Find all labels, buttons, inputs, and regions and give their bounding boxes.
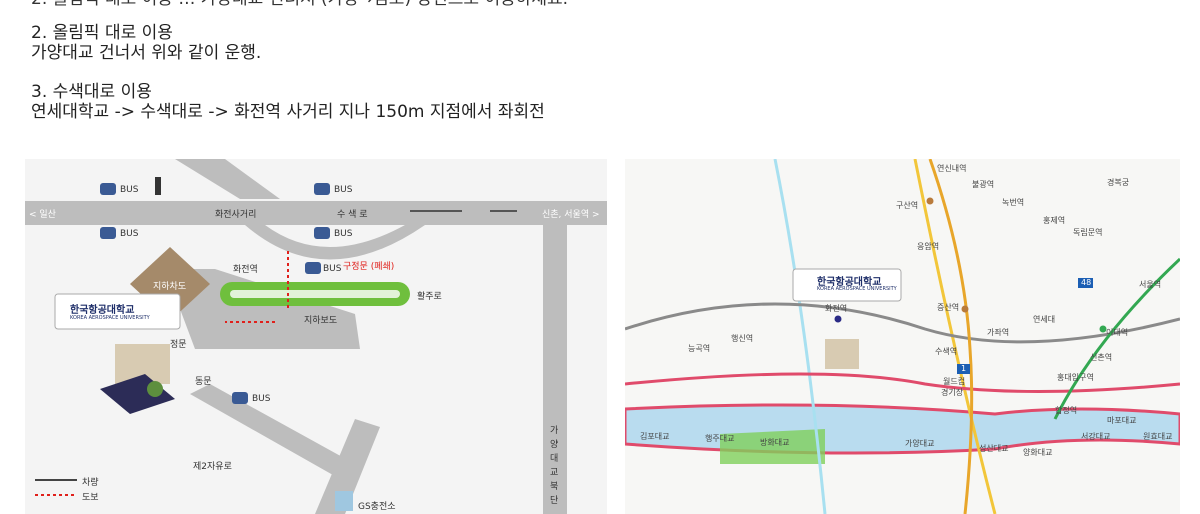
road-label: 수 색 로 xyxy=(337,210,368,220)
station-label: 수색역 xyxy=(935,347,958,356)
station-label: 연세대 xyxy=(1033,315,1056,324)
bus-label: BUS xyxy=(120,229,139,239)
vertical-road-label: 가양대교북단 xyxy=(550,426,559,506)
station-label: 월드컵 xyxy=(943,377,966,386)
station-label: 증산역 xyxy=(937,303,960,312)
station-label: 홍대입구역 xyxy=(1057,373,1094,382)
station-label: 이대역 xyxy=(1106,328,1129,337)
univ-name-en: KOREA AEROSPACE UNIVERSITY xyxy=(70,315,150,321)
bridge-label: 행주대교 xyxy=(705,434,735,443)
directions-partial-line: 2. 올림픽 대로 이용 … 가양대교 건너서 (가양→김포) 방면으로 이동하… xyxy=(31,0,568,9)
bridge-label: 성산대교 xyxy=(979,444,1009,453)
main-gate-label: 정문 xyxy=(170,340,187,350)
bus-label: BUS xyxy=(323,264,342,274)
bus-label: BUS xyxy=(120,185,139,195)
bus-label: BUS xyxy=(334,229,353,239)
bridge-label: 김포대교 xyxy=(640,432,670,441)
station-label: 가좌역 xyxy=(987,328,1010,337)
bridge-label: 양화대교 xyxy=(1023,448,1053,457)
local-map-labels: BUS BUS BUS BUS BUS BUS < 일산 화전사거리 수 색 로… xyxy=(25,159,607,514)
station-label: 경복궁 xyxy=(1107,178,1130,187)
old-gate-label: 구정문 (폐쇄) xyxy=(343,262,395,272)
station-label: 능곡역 xyxy=(688,344,711,353)
east-gate-label: 동문 xyxy=(195,377,212,387)
bridge-label: 방화대교 xyxy=(760,438,790,447)
left-direction: < 일산 xyxy=(29,210,56,220)
univ-name: 한국항공대학교 xyxy=(70,305,135,316)
route1-label: 1 xyxy=(961,364,967,373)
bus-label: BUS xyxy=(252,394,271,404)
station-label: 연신내역 xyxy=(937,164,967,173)
right-direction: 신촌, 서울역 > xyxy=(542,210,600,220)
local-map: BUS BUS BUS BUS BUS BUS < 일산 화전사거리 수 색 로… xyxy=(25,159,607,514)
area-map: 연신내역 불광역 구산역 녹번역 응암역 홍제역 독립문역 경복궁 서울역 증산… xyxy=(625,159,1180,514)
underpass-label: 지하차도 xyxy=(153,282,187,292)
item3-body: 연세대학교 -> 수색대로 -> 화전역 사거리 지나 150m 지점에서 좌회… xyxy=(31,102,545,122)
rail-label: 활주로 xyxy=(417,292,442,302)
station-label: 행신역 xyxy=(731,334,754,343)
route48-label: 48 xyxy=(1081,278,1092,287)
directions-text: 2. 올림픽 대로 이용 가양대교 건너서 위와 같이 운행. 3. 수색대로 … xyxy=(31,23,931,122)
bridge-label: 서강대교 xyxy=(1081,432,1111,441)
legend-walk-label: 도보 xyxy=(82,493,99,503)
station-label: 화전역 xyxy=(233,265,258,275)
intersection-label: 화전사거리 xyxy=(215,210,257,220)
legend-car-label: 차량 xyxy=(82,478,99,488)
station-label: 합정역 xyxy=(1055,406,1078,415)
item2-title: 2. 올림픽 대로 이용 xyxy=(31,23,173,43)
station-label: 서울역 xyxy=(1139,280,1162,289)
area-map-labels: 연신내역 불광역 구산역 녹번역 응암역 홍제역 독립문역 경복궁 서울역 증산… xyxy=(625,159,1180,514)
item3-title: 3. 수색대로 이용 xyxy=(31,82,152,102)
walkway-label: 지하보도 xyxy=(304,316,338,326)
item2-body: 가양대교 건너서 위와 같이 운행. xyxy=(31,43,262,63)
station-label: 화전역 xyxy=(825,304,848,313)
station-label: 홍제역 xyxy=(1043,216,1066,225)
bridge-label: 마포대교 xyxy=(1107,416,1137,425)
bridge-label: 가양대교 xyxy=(905,439,935,448)
station-label: 구산역 xyxy=(896,201,919,210)
gas-station-label: GS충전소 xyxy=(358,502,396,512)
station-label: 독립문역 xyxy=(1073,228,1103,237)
univ-name-en: KOREA AEROSPACE UNIVERSITY xyxy=(817,286,897,292)
station-label: 불광역 xyxy=(972,180,995,189)
station-label: 응암역 xyxy=(917,242,940,251)
station-label: 녹번역 xyxy=(1002,198,1025,207)
bus-label: BUS xyxy=(334,185,353,195)
bridge-label: 원효대교 xyxy=(1143,432,1173,441)
station-label: 신촌역 xyxy=(1090,353,1113,362)
station-label: 경기장 xyxy=(941,388,964,397)
road2-label: 제2자유로 xyxy=(193,462,232,472)
